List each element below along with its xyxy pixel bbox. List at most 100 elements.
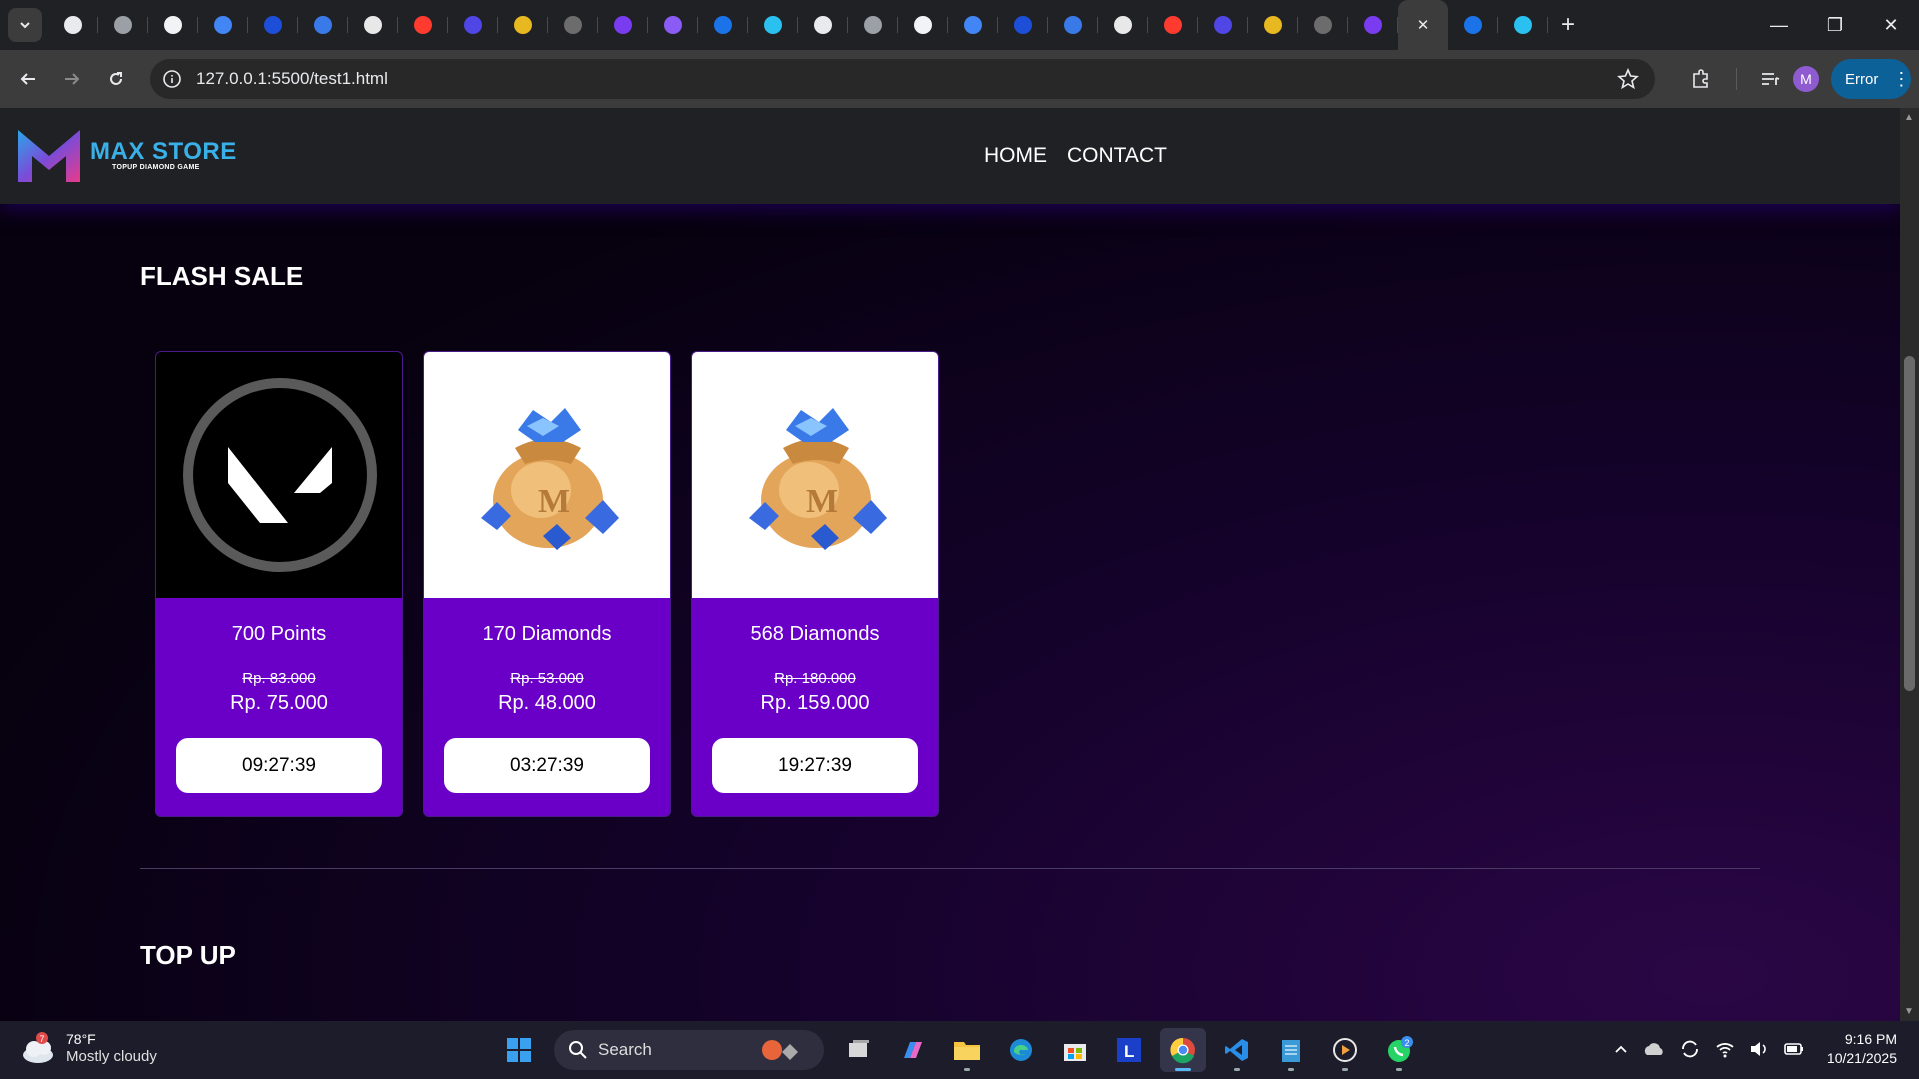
- browser-tab[interactable]: [198, 0, 248, 50]
- address-bar[interactable]: 127.0.0.1:5500/test1.html: [150, 59, 1655, 99]
- wifi-icon[interactable]: [1715, 1040, 1735, 1058]
- flash-sale-card[interactable]: M 568 Diamonds Rp. 180.000 Rp. 159.000 1…: [691, 351, 939, 817]
- tab-favicon-icon: [614, 16, 632, 34]
- tab-favicon-icon: [1214, 16, 1232, 34]
- scroll-thumb[interactable]: [1904, 356, 1915, 691]
- battery-icon[interactable]: [1783, 1040, 1805, 1058]
- tab-favicon-icon: [1314, 16, 1332, 34]
- nav-contact-link[interactable]: CONTACT: [1067, 144, 1167, 168]
- browser-tab[interactable]: [898, 0, 948, 50]
- store-icon: [1064, 1044, 1086, 1061]
- profile-avatar[interactable]: M: [1793, 66, 1819, 92]
- edge-icon: [1010, 1039, 1032, 1061]
- tab-search-button[interactable]: [8, 8, 42, 42]
- running-indicator: [1396, 1068, 1402, 1071]
- scroll-down-icon[interactable]: ▼: [1904, 1006, 1914, 1017]
- error-button[interactable]: Error ⋮: [1831, 59, 1911, 99]
- browser-tab[interactable]: [548, 0, 598, 50]
- notepad-app[interactable]: [1268, 1028, 1314, 1072]
- volume-icon[interactable]: [1749, 1040, 1769, 1058]
- browser-tab[interactable]: [648, 0, 698, 50]
- tab-favicon-icon: [1114, 16, 1132, 34]
- chrome-app[interactable]: [1160, 1028, 1206, 1072]
- browser-tab[interactable]: [1498, 0, 1548, 50]
- edge-app[interactable]: [998, 1028, 1044, 1072]
- tab-favicon-icon: [914, 16, 932, 34]
- running-indicator: [1234, 1068, 1240, 1071]
- search-highlight-icon: [761, 1040, 798, 1060]
- browser-tab[interactable]: [1148, 0, 1198, 50]
- task-view-button[interactable]: [836, 1028, 882, 1072]
- bookmark-star-icon[interactable]: [1617, 68, 1639, 90]
- onedrive-icon[interactable]: [1643, 1039, 1665, 1059]
- browser-tab[interactable]: [1348, 0, 1398, 50]
- flash-sale-card[interactable]: M 170 Diamonds Rp. 53.000 Rp. 48.000 03:…: [423, 351, 671, 817]
- running-indicator: [1342, 1068, 1348, 1071]
- arrow-left-icon: [20, 73, 35, 85]
- browser-tab[interactable]: [948, 0, 998, 50]
- browser-tab[interactable]: [48, 0, 98, 50]
- close-tab-icon[interactable]: ✕: [1417, 16, 1430, 34]
- system-tray: 9:16 PM 10/21/2025: [1613, 1030, 1897, 1068]
- close-window-button[interactable]: ✕: [1863, 0, 1919, 50]
- browser-tab[interactable]: [698, 0, 748, 50]
- taskbar-search[interactable]: Search: [554, 1030, 824, 1070]
- site-logo[interactable]: MAX STORE TOPUP DIAMOND GAME: [16, 126, 237, 184]
- chevron-down-icon: [20, 22, 30, 29]
- browser-tab[interactable]: [148, 0, 198, 50]
- weather-widget[interactable]: 7 78°F Mostly cloudy: [20, 1030, 157, 1066]
- weather-desc: Mostly cloudy: [66, 1048, 157, 1065]
- scroll-up-icon[interactable]: ▲: [1904, 112, 1914, 123]
- running-indicator: [964, 1068, 970, 1071]
- browser-tab[interactable]: [1448, 0, 1498, 50]
- media-player-icon: [1333, 1038, 1357, 1062]
- tab-favicon-icon: [1514, 16, 1532, 34]
- browser-tab[interactable]: [848, 0, 898, 50]
- browser-tab[interactable]: [748, 0, 798, 50]
- nav-home-link[interactable]: HOME: [984, 144, 1047, 168]
- restore-button[interactable]: ❐: [1807, 0, 1863, 50]
- extensions-icon[interactable]: [1690, 68, 1712, 90]
- back-button[interactable]: [8, 59, 48, 99]
- browser-tab[interactable]: [348, 0, 398, 50]
- browser-tab[interactable]: [1198, 0, 1248, 50]
- flash-sale-card[interactable]: 700 Points Rp. 83.000 Rp. 75.000 09:27:3…: [155, 351, 403, 817]
- sync-icon[interactable]: [1679, 1039, 1701, 1059]
- vscode-app[interactable]: [1214, 1028, 1260, 1072]
- media-player-app[interactable]: [1322, 1028, 1368, 1072]
- browser-tab[interactable]: [798, 0, 848, 50]
- browser-tab[interactable]: [598, 0, 648, 50]
- tab-favicon-icon: [464, 16, 482, 34]
- site-info-icon[interactable]: [162, 69, 182, 89]
- chevron-up-icon[interactable]: [1613, 1041, 1629, 1057]
- store-app[interactable]: [1052, 1028, 1098, 1072]
- browser-toolbar: 127.0.0.1:5500/test1.html M Error ⋮: [0, 50, 1919, 108]
- reload-button[interactable]: [96, 59, 136, 99]
- minimize-button[interactable]: —: [1751, 0, 1807, 50]
- page-scrollbar[interactable]: ▲ ▼: [1900, 108, 1919, 1021]
- browser-tab[interactable]: [398, 0, 448, 50]
- copilot-app[interactable]: [890, 1028, 936, 1072]
- svg-text:M: M: [806, 483, 838, 520]
- tab-favicon-icon: [264, 16, 282, 34]
- tab-favicon-icon: [414, 16, 432, 34]
- browser-tab[interactable]: [998, 0, 1048, 50]
- browser-tab[interactable]: [1098, 0, 1148, 50]
- system-clock[interactable]: 9:16 PM 10/21/2025: [1827, 1030, 1897, 1068]
- forward-button[interactable]: [52, 59, 92, 99]
- file-explorer-app[interactable]: [944, 1028, 990, 1072]
- tab-active[interactable]: ✕: [1398, 0, 1448, 50]
- browser-tab[interactable]: [248, 0, 298, 50]
- browser-tab[interactable]: [1248, 0, 1298, 50]
- new-tab-button[interactable]: +: [1548, 5, 1588, 45]
- browser-tab[interactable]: [1048, 0, 1098, 50]
- browser-tab[interactable]: [298, 0, 348, 50]
- media-control-icon[interactable]: [1759, 68, 1781, 90]
- browser-tab[interactable]: [498, 0, 548, 50]
- browser-tab[interactable]: [98, 0, 148, 50]
- l-app[interactable]: L: [1106, 1028, 1152, 1072]
- browser-tab[interactable]: [1298, 0, 1348, 50]
- start-button[interactable]: [496, 1028, 542, 1072]
- browser-tab[interactable]: [448, 0, 498, 50]
- whatsapp-app[interactable]: 2: [1376, 1028, 1422, 1072]
